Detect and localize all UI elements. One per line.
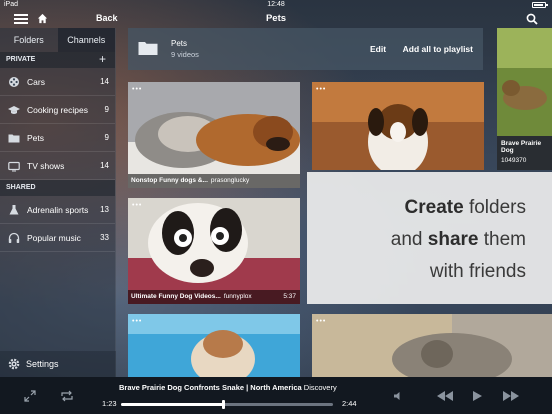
sidebar-item-count: 14	[100, 161, 109, 170]
video-title: Nonstop Funny dogs &...	[131, 177, 208, 184]
sidebar-tabs: Folders Channels	[0, 28, 115, 52]
repeat-icon[interactable]	[60, 390, 74, 402]
video-caption: Brave Prairie Dog 1049370	[497, 136, 552, 170]
headphones-icon	[8, 232, 20, 243]
sidebar-item-pets[interactable]: Pets 9	[0, 124, 115, 152]
next-icon[interactable]	[503, 391, 519, 401]
video-channel: funnyplox	[223, 293, 252, 300]
video-card[interactable]: Brave Prairie Dog 1049370	[497, 28, 552, 170]
promo-line-2: and share them	[390, 229, 526, 250]
folder-header: Pets 9 videos Edit Add all to playlist	[128, 28, 483, 70]
film-reel-icon	[9, 77, 19, 87]
promo-line-3: with friends	[429, 261, 526, 282]
video-thumbnail	[497, 28, 552, 136]
player-bar: Brave Prairie Dog Confronts Snake | Nort…	[0, 377, 552, 414]
video-thumbnail	[312, 82, 484, 170]
elapsed-time: 1:23	[102, 399, 117, 408]
promo-banner: Create folders and share them with frien…	[307, 172, 552, 304]
sidebar-item-tv-shows[interactable]: TV shows 14	[0, 152, 115, 180]
tab-folders[interactable]: Folders	[0, 28, 58, 52]
track-title: Brave Prairie Dog Confronts Snake | Nort…	[119, 383, 302, 392]
video-channel: prasonglucky	[210, 177, 250, 184]
tab-channels[interactable]: Channels	[57, 28, 115, 52]
search-icon[interactable]	[526, 13, 538, 25]
settings-label: Settings	[26, 359, 59, 369]
shared-section-header: SHARED	[0, 180, 115, 196]
sidebar-item-label: Cars	[27, 77, 45, 87]
more-options-icon[interactable]: •••	[132, 86, 142, 93]
graduation-cap-icon	[8, 106, 20, 114]
video-views: 1049370	[501, 157, 527, 164]
video-card[interactable]: ••• Nonstop Funny dogs &... prasonglucky	[128, 82, 300, 188]
sidebar-item-cooking-recipes[interactable]: Cooking recipes 9	[0, 96, 115, 124]
folder-icon	[138, 42, 158, 55]
gear-icon	[8, 358, 20, 370]
sidebar-item-count: 33	[100, 233, 109, 242]
expand-icon[interactable]	[24, 390, 36, 402]
add-all-to-playlist-button[interactable]: Add all to playlist	[403, 44, 473, 54]
folder-name: Pets	[171, 39, 188, 48]
volume-icon[interactable]	[393, 391, 403, 401]
status-bar: iPad 12:48	[0, 0, 552, 10]
shared-section-title: SHARED	[6, 184, 36, 191]
progress-knob[interactable]	[221, 400, 225, 409]
video-title: Brave Prairie Dog	[501, 140, 542, 154]
more-options-icon[interactable]: •••	[132, 318, 142, 325]
sidebar-item-count: 9	[104, 105, 109, 114]
folder-video-count: 9 videos	[171, 50, 199, 59]
sidebar-item-label: Adrenalin sports	[27, 205, 89, 215]
top-nav: Back Pets	[0, 10, 552, 28]
private-section-header: PRIVATE +	[0, 52, 115, 68]
video-card[interactable]: •••	[312, 82, 484, 170]
video-card[interactable]: •••	[312, 314, 552, 377]
video-thumbnail	[128, 314, 300, 377]
private-section-title: PRIVATE	[6, 56, 36, 63]
video-thumbnail	[128, 198, 300, 304]
play-icon[interactable]	[472, 391, 482, 401]
sidebar-item-label: Cooking recipes	[27, 105, 88, 115]
sidebar-item-count: 14	[100, 77, 109, 86]
now-playing: Brave Prairie Dog Confronts Snake | Nort…	[119, 383, 337, 392]
more-options-icon[interactable]: •••	[316, 318, 326, 325]
track-channel: Discovery	[303, 383, 337, 392]
promo-line-1: Create folders	[404, 197, 526, 218]
more-options-icon[interactable]: •••	[316, 86, 326, 93]
video-duration: 5:37	[283, 293, 296, 300]
sidebar-item-adrenalin-sports[interactable]: Adrenalin sports 13	[0, 196, 115, 224]
sidebar-item-label: Pets	[27, 133, 45, 143]
more-options-icon[interactable]: •••	[132, 202, 142, 209]
video-title: Ultimate Funny Dog Videos...	[131, 293, 221, 300]
video-card[interactable]: •••	[128, 314, 300, 377]
remaining-time: 2:44	[342, 399, 357, 408]
battery-icon	[532, 2, 548, 8]
video-caption: Nonstop Funny dogs &... prasonglucky	[128, 174, 300, 188]
sidebar-item-popular-music[interactable]: Popular music 33	[0, 224, 115, 252]
sidebar-item-cars[interactable]: Cars 14	[0, 68, 115, 96]
video-thumbnail	[128, 82, 300, 188]
flask-icon	[9, 205, 19, 215]
folder-icon	[8, 134, 20, 143]
clock: 12:48	[267, 1, 285, 8]
sidebar-item-label: Popular music	[27, 233, 81, 243]
video-card[interactable]: ••• Ultimate Funny Dog Videos... funnyplo…	[128, 198, 300, 304]
progress-slider[interactable]	[121, 400, 333, 409]
add-folder-icon[interactable]: +	[99, 52, 106, 67]
previous-icon[interactable]	[437, 391, 453, 401]
settings-button[interactable]: Settings	[0, 351, 116, 377]
sidebar-item-count: 9	[104, 133, 109, 142]
page-title: Pets	[265, 13, 287, 24]
edit-button[interactable]: Edit	[370, 44, 386, 54]
video-caption: Ultimate Funny Dog Videos... funnyplox 5:…	[128, 290, 300, 304]
sidebar-item-label: TV shows	[27, 161, 65, 171]
tv-icon	[8, 161, 20, 172]
sidebar: Folders Channels PRIVATE + Cars 14 Cooki…	[0, 28, 116, 377]
video-thumbnail	[312, 314, 552, 377]
sidebar-item-count: 13	[100, 205, 109, 214]
